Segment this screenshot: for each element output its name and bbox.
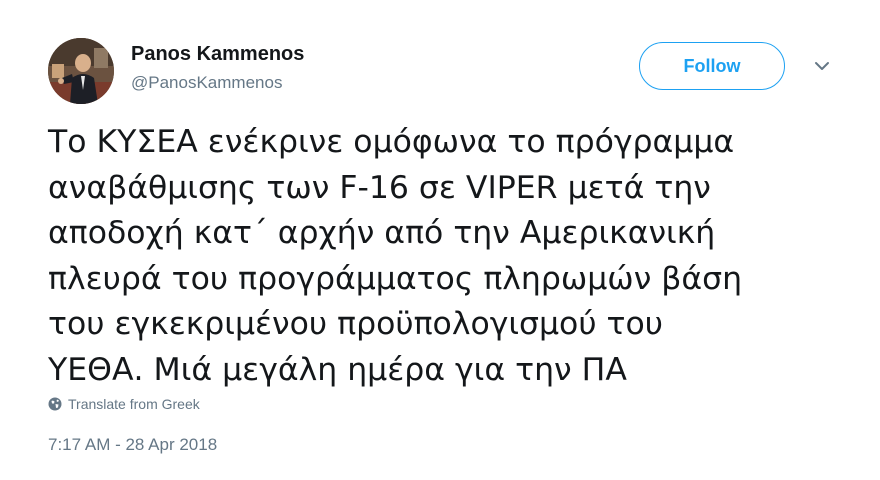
tweet-line: του εγκεκριμένου προϋπολογισμού του [48, 306, 664, 342]
tweet-line: Το ΚΥΣΕΑ ενέκρινε ομόφωνα το πρόγραμμα [48, 124, 735, 160]
chevron-down-icon [815, 62, 829, 70]
tweet-text: Το ΚΥΣΕΑ ενέκρινε ομόφωνα το πρόγραμμα α… [48, 120, 848, 393]
follow-button[interactable]: Follow [639, 42, 785, 90]
avatar-photo [48, 38, 114, 104]
translate-link[interactable]: Translate from Greek [48, 394, 200, 414]
globe-icon [48, 397, 62, 411]
translate-label: Translate from Greek [68, 396, 200, 412]
avatar[interactable] [48, 38, 114, 104]
author-display-name[interactable]: Panos Kammenos [131, 42, 304, 66]
tweet-timestamp[interactable]: 7:17 AM - 28 Apr 2018 [48, 434, 217, 456]
author-handle[interactable]: @PanosKammenos [131, 72, 282, 94]
tweet-line: ΥΕΘΑ. Μιά μεγάλη ημέρα για την ΠΑ [48, 351, 627, 388]
tweet-line: αναβάθμισης των F-16 σε VIPER μετά την [48, 169, 711, 206]
more-options-button[interactable] [812, 58, 832, 74]
tweet-line: αποδοχή κατ΄ αρχήν από την Αμερικανική [48, 215, 716, 251]
tweet-line: πλευρά του προγράμματος πληρωμών βάση [48, 260, 743, 297]
